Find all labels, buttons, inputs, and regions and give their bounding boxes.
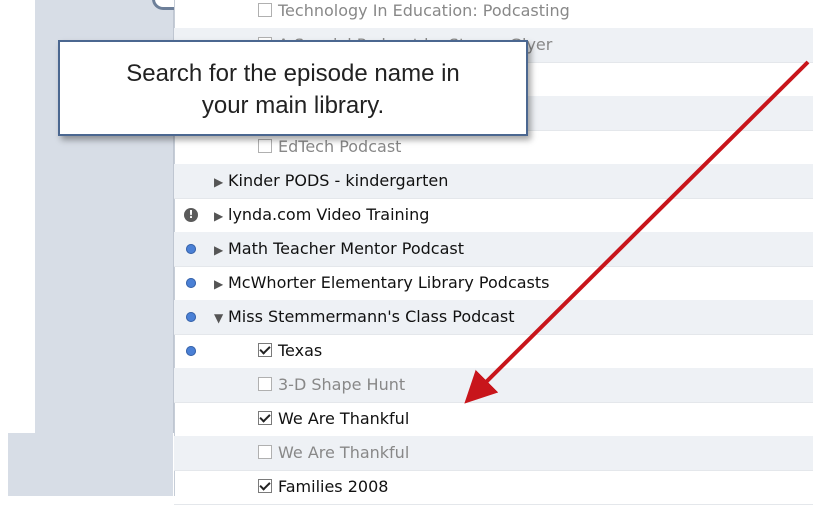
arrow-line xyxy=(464,60,810,404)
annotation-arrow xyxy=(464,60,810,404)
